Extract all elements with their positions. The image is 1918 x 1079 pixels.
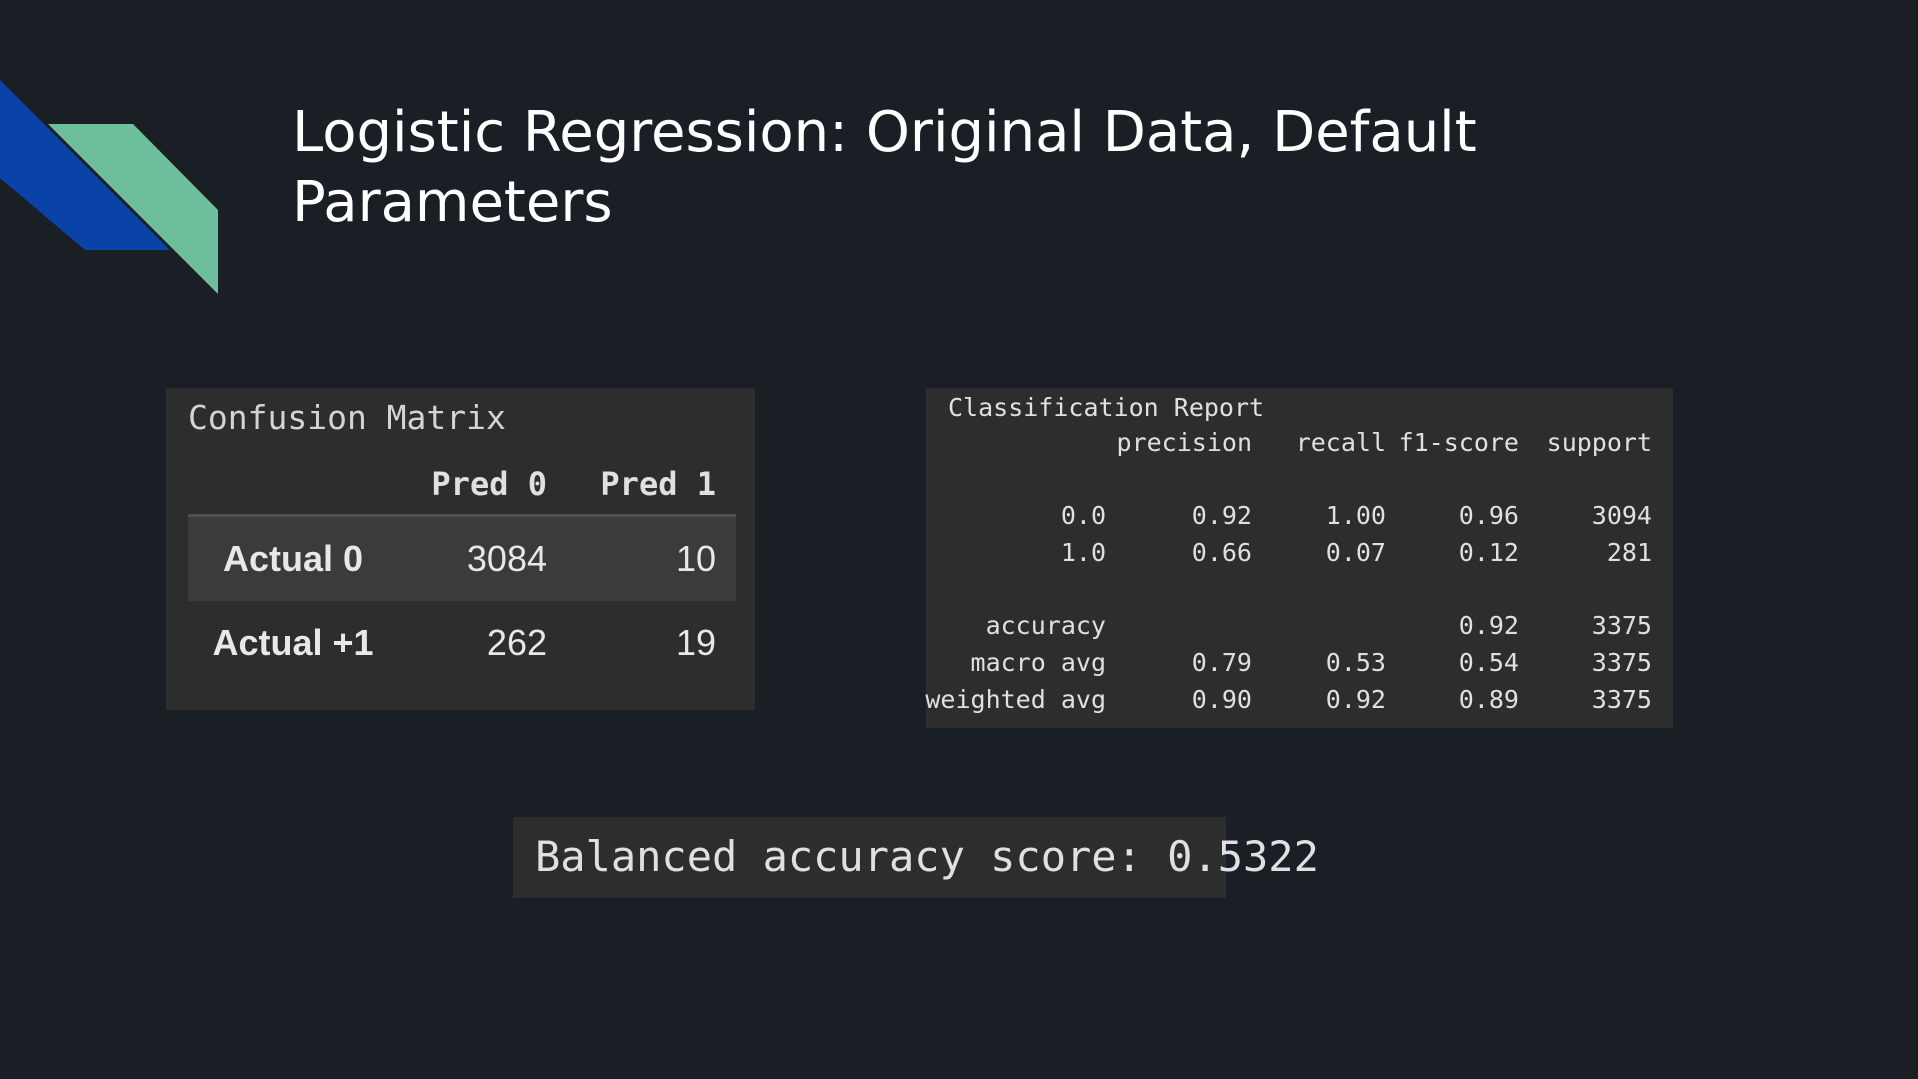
column-header-pred-1: Pred 1 (567, 454, 736, 517)
report-cell-support: 281 (1606, 538, 1652, 567)
column-header-precision: precision (1116, 428, 1252, 457)
report-cell-support: 3375 (1591, 611, 1652, 640)
report-cell-precision: 0.66 (1191, 538, 1252, 567)
report-cell-recall: 0.53 (1325, 648, 1386, 677)
confusion-matrix-panel: Confusion Matrix Pred 0 Pred 1 Actual 0 … (166, 388, 755, 710)
table-row: Actual +1 262 19 (188, 601, 736, 685)
report-row-label: accuracy (985, 611, 1106, 640)
report-cell-recall: 0.07 (1325, 538, 1386, 567)
column-header-recall: recall (1295, 428, 1386, 457)
report-cell-precision: 0.79 (1191, 648, 1252, 677)
report-row-label: 1.0 (1060, 538, 1106, 567)
slide-accent-graphic (0, 80, 218, 294)
report-cell-f1: 0.96 (1458, 501, 1519, 530)
row-header-actual-1: Actual +1 (212, 622, 374, 663)
report-row-label: macro avg (970, 648, 1106, 677)
balanced-accuracy-text: Balanced accuracy score: 0.5322 (535, 832, 1319, 881)
column-header-support: support (1546, 428, 1652, 457)
confusion-matrix-heading: Confusion Matrix (188, 398, 506, 437)
classification-report-heading: Classification Report (948, 393, 1265, 422)
report-cell-support: 3094 (1591, 501, 1652, 530)
cell-value: 262 (486, 622, 547, 663)
confusion-matrix-header-row: Pred 0 Pred 1 (188, 454, 736, 517)
report-cell-support: 3375 (1591, 685, 1652, 714)
report-cell-f1: 0.92 (1458, 611, 1519, 640)
report-cell-precision: 0.90 (1191, 685, 1252, 714)
column-header-f1-score: f1-score (1398, 428, 1519, 457)
cell-value: 19 (675, 622, 716, 663)
classification-report-panel: Classification Report precision recall f… (925, 388, 1673, 728)
confusion-matrix-table: Pred 0 Pred 1 Actual 0 3084 10 Actual +1… (188, 454, 736, 685)
report-cell-precision: 0.92 (1191, 501, 1252, 530)
report-cell-recall: 0.92 (1325, 685, 1386, 714)
column-header-pred-0: Pred 0 (398, 454, 567, 517)
report-row-label: 0.0 (1060, 501, 1106, 530)
cell-value: 3084 (398, 515, 567, 601)
cell-value: 10 (567, 515, 736, 601)
report-cell-f1: 0.54 (1458, 648, 1519, 677)
balanced-accuracy-panel: Balanced accuracy score: 0.5322 (513, 817, 1319, 898)
confusion-matrix-corner (188, 454, 398, 517)
report-cell-f1: 0.12 (1458, 538, 1519, 567)
report-cell-recall: 1.00 (1325, 501, 1386, 530)
report-cell-f1: 0.89 (1458, 685, 1519, 714)
row-header-actual-0: Actual 0 (188, 515, 398, 601)
report-cell-support: 3375 (1591, 648, 1652, 677)
report-row-label: weighted avg (925, 685, 1106, 714)
slide-title: Logistic Regression: Original Data, Defa… (292, 100, 1477, 235)
table-row: Actual 0 3084 10 (188, 515, 736, 601)
